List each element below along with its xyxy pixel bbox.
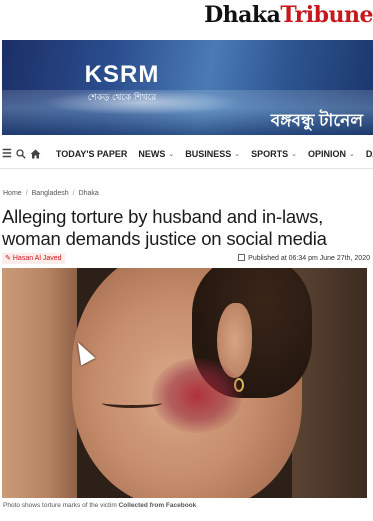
nav-item-news[interactable]: NEWS ⌄ xyxy=(138,149,174,159)
nav-item-opinion[interactable]: OPINION ⌄ xyxy=(308,149,355,159)
nav-item-label: OPINION xyxy=(308,149,347,159)
ad-brand-tagline: শেকড় থেকে শিখরে xyxy=(87,92,157,102)
search-icon[interactable] xyxy=(16,148,26,160)
ad-brand-logo: KSRM শেকড় থেকে শিখরে xyxy=(82,62,162,105)
menu-icon[interactable]: ☰ xyxy=(2,148,12,160)
nav-item-label: D2 xyxy=(365,149,373,159)
nav-item-label: BUSINESS xyxy=(185,149,232,159)
ad-brand-name: KSRM xyxy=(84,61,160,88)
breadcrumb-separator: / xyxy=(72,190,75,197)
breadcrumb: Home / Bangladesh / Dhaka xyxy=(3,190,99,197)
nav-item-label: SPORTS xyxy=(251,149,289,159)
advertisement-banner[interactable]: KSRM শেকড় থেকে শিখরে বঙ্গবন্ধু টানেল xyxy=(2,40,373,135)
article-meta: ✎ Hasan Al Javed Published at 06:34 pm Ju… xyxy=(0,253,373,265)
nav-item-d2[interactable]: D2⌄ xyxy=(366,149,373,159)
photo-left-blur xyxy=(2,268,77,498)
author-badge[interactable]: ✎ Hasan Al Javed xyxy=(2,253,65,264)
publish-date: Published at 06:34 pm June 27th, 2020 xyxy=(248,255,370,262)
photo-bruise xyxy=(152,358,242,433)
author-name: Hasan Al Javed xyxy=(12,255,62,262)
breadcrumb-bangladesh[interactable]: Bangladesh xyxy=(32,190,69,197)
nav-item-label: NEWS xyxy=(138,149,166,159)
site-logo[interactable]: DhakaTribune xyxy=(204,2,373,28)
caption-text: Photo shows torture marks of the victim xyxy=(3,502,117,509)
nav-item-sports[interactable]: SPORTS ⌄ xyxy=(251,149,297,159)
article-headline: Alleging torture by husband and in-laws,… xyxy=(2,206,327,249)
main-navigation: ☰ TODAY'S PAPER NEWS ⌄ BUSINESS ⌄ SPORTS ⌄ … xyxy=(0,142,373,166)
chevron-down-icon: ⌄ xyxy=(168,151,175,158)
calendar-icon xyxy=(238,254,246,261)
breadcrumb-separator: / xyxy=(25,190,28,197)
nav-item-business[interactable]: BUSINESS ⌄ xyxy=(185,149,240,159)
nav-divider xyxy=(0,168,373,169)
publish-info: Published at 06:34 pm June 27th, 2020 xyxy=(238,253,370,264)
article-photo xyxy=(2,268,367,498)
chevron-down-icon: ⌄ xyxy=(234,151,241,158)
breadcrumb-dhaka[interactable]: Dhaka xyxy=(79,190,99,197)
logo-part-dhaka: Dhaka xyxy=(204,2,281,28)
chevron-down-icon: ⌄ xyxy=(349,151,355,158)
chevron-down-icon: ⌄ xyxy=(291,151,298,158)
logo-part-tribune: Tribune xyxy=(280,2,373,28)
ad-title: বঙ্গবন্ধু টানেল xyxy=(270,111,363,130)
home-icon[interactable] xyxy=(30,149,41,160)
photo-eye xyxy=(102,398,162,408)
pencil-icon: ✎ xyxy=(5,255,11,262)
nav-item-todays-paper[interactable]: TODAY'S PAPER xyxy=(56,149,128,159)
breadcrumb-home[interactable]: Home xyxy=(3,190,22,197)
nav-item-label: TODAY'S PAPER xyxy=(55,149,128,159)
photo-caption: Photo shows torture marks of the victim … xyxy=(3,502,196,509)
masthead: DhakaTribune xyxy=(0,0,373,36)
caption-source: Collected from Facebook xyxy=(118,502,197,509)
